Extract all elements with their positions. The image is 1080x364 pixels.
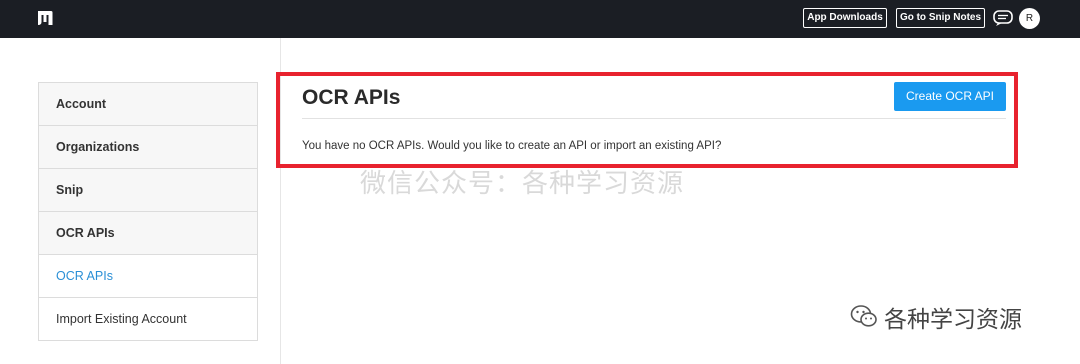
sidebar-section-ocr-apis[interactable]: OCR APIs <box>39 212 257 255</box>
chat-icon[interactable] <box>993 10 1013 27</box>
sidebar-item-import-existing-account[interactable]: Import Existing Account <box>39 298 257 341</box>
center-watermark: 微信公众号：各种学习资源 <box>360 168 685 198</box>
snip-notes-button[interactable]: Go to Snip Notes <box>896 8 985 28</box>
top-navbar: App Downloads Go to Snip Notes R <box>0 0 1080 38</box>
user-avatar[interactable]: R <box>1019 8 1040 29</box>
wechat-icon <box>850 305 877 327</box>
sidebar-item-ocr-apis[interactable]: OCR APIs <box>39 255 257 298</box>
mathpix-logo-icon[interactable] <box>36 9 54 27</box>
sidebar-item-organizations[interactable]: Organizations <box>39 126 257 169</box>
sidebar-item-snip[interactable]: Snip <box>39 169 257 212</box>
app-downloads-button[interactable]: App Downloads <box>803 8 887 28</box>
sidebar-item-account[interactable]: Account <box>39 83 257 126</box>
settings-sidebar: Account Organizations Snip OCR APIs OCR … <box>38 82 258 341</box>
corner-watermark: 各种学习资源 <box>884 306 1022 332</box>
highlight-annotation-box <box>276 72 1018 168</box>
